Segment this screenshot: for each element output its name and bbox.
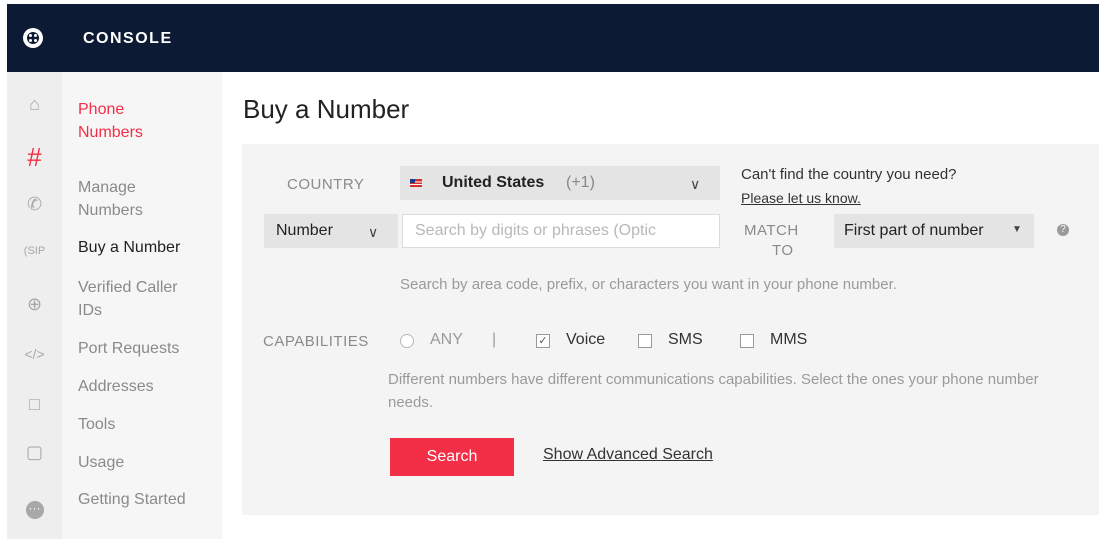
- icon-rail: ⌂ # ✆ (SIP ⊕ </> □ ▢ ···: [7, 72, 62, 539]
- more-icon[interactable]: ···: [7, 496, 62, 519]
- help-icon[interactable]: ?: [1057, 224, 1069, 236]
- search-type-select[interactable]: Number ∨: [264, 214, 398, 248]
- sidebar-item-getting-started[interactable]: Getting Started: [78, 488, 218, 511]
- sidebar-item-manage-numbers[interactable]: Manage Numbers: [78, 176, 218, 222]
- sidebar: Phone Numbers Manage Numbers Buy a Numbe…: [62, 72, 222, 539]
- chevron-down-icon: ∨: [368, 224, 379, 240]
- search-type-value: Number: [276, 222, 333, 239]
- twilio-logo-icon[interactable]: [23, 28, 43, 48]
- page-title: Buy a Number: [243, 94, 410, 124]
- match-label-to: TO: [772, 242, 794, 259]
- sidebar-item-addresses[interactable]: Addresses: [78, 375, 218, 398]
- country-label: COUNTRY: [287, 176, 365, 193]
- code-icon[interactable]: </>: [7, 346, 62, 362]
- sidebar-item-port-requests[interactable]: Port Requests: [78, 337, 218, 360]
- let-us-know-link[interactable]: Please let us know.: [741, 190, 861, 206]
- sidebar-section-phone-numbers[interactable]: Phone Numbers: [78, 98, 218, 144]
- match-select[interactable]: First part of number ▼: [834, 214, 1034, 248]
- country-select-value: United States: [442, 174, 545, 191]
- sidebar-item-tools[interactable]: Tools: [78, 413, 218, 436]
- chevron-down-icon: ∨: [690, 176, 701, 192]
- match-label: MATCH: [744, 222, 799, 239]
- video-icon[interactable]: □: [7, 394, 62, 415]
- number-search-input[interactable]: Search by digits or phrases (Optic: [402, 214, 720, 248]
- top-bar: CONSOLE: [7, 4, 1099, 72]
- voice-label: Voice: [566, 331, 606, 348]
- capabilities-label: CAPABILITIES: [263, 333, 369, 350]
- mms-label: MMS: [770, 331, 808, 348]
- any-radio[interactable]: [400, 334, 414, 348]
- show-advanced-search-link[interactable]: Show Advanced Search: [543, 446, 713, 464]
- sidebar-item-verified-caller-ids[interactable]: Verified Caller IDs: [78, 276, 218, 322]
- country-code: (+1): [566, 174, 595, 191]
- country-help-text: Can't find the country you need?: [741, 166, 957, 183]
- sip-icon[interactable]: (SIP: [7, 245, 62, 257]
- sidebar-item-buy-a-number[interactable]: Buy a Number: [78, 236, 218, 259]
- mms-checkbox[interactable]: [740, 334, 754, 348]
- hash-icon[interactable]: #: [7, 142, 62, 173]
- search-help-text: Search by area code, prefix, or characte…: [400, 276, 897, 293]
- us-flag-icon: [410, 179, 422, 187]
- phone-icon[interactable]: ✆: [7, 194, 62, 215]
- voice-checkbox[interactable]: ✓: [536, 334, 550, 348]
- capabilities-help-text: Different numbers have different communi…: [388, 371, 1039, 411]
- search-icon[interactable]: ⊕: [7, 294, 62, 315]
- capabilities-separator: |: [492, 331, 497, 348]
- sidebar-item-usage[interactable]: Usage: [78, 451, 218, 474]
- country-select[interactable]: United States (+1) ∨: [400, 166, 720, 200]
- caret-down-icon: ▼: [1012, 224, 1022, 235]
- console-title: CONSOLE: [83, 30, 173, 47]
- match-select-value: First part of number: [844, 222, 984, 239]
- any-label: ANY: [430, 331, 463, 348]
- sms-label: SMS: [668, 331, 703, 348]
- sms-checkbox[interactable]: [638, 334, 652, 348]
- chat-icon[interactable]: ▢: [7, 442, 62, 463]
- home-icon[interactable]: ⌂: [7, 94, 62, 115]
- search-button[interactable]: Search: [390, 438, 514, 476]
